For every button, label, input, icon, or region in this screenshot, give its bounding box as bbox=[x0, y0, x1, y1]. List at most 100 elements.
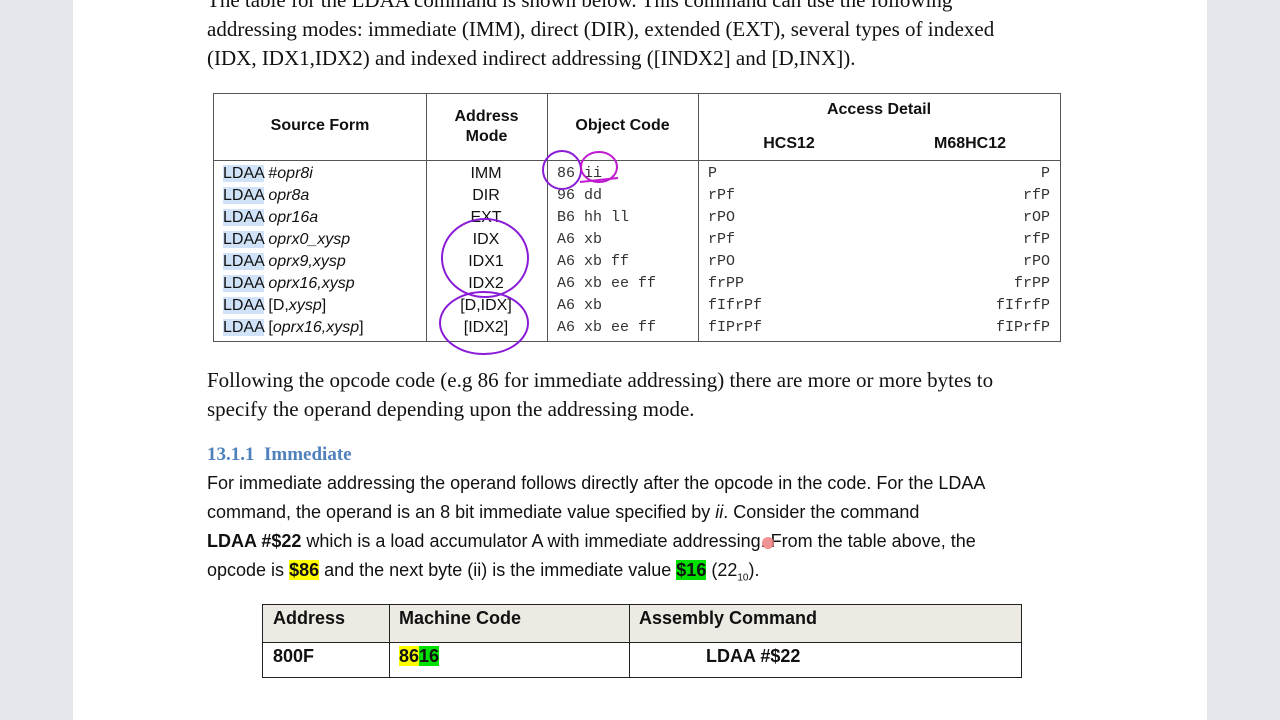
operand: oprx0_xysp bbox=[268, 231, 351, 248]
access-hcs12: rPO bbox=[708, 209, 736, 226]
col-assembly-command: Assembly Command bbox=[639, 608, 818, 628]
header-hcs12: HCS12 bbox=[763, 135, 815, 152]
following-line-1: Following the opcode code (e.g 86 for im… bbox=[207, 368, 994, 392]
source-form: LDAA #opr8i bbox=[223, 163, 313, 185]
ldaa-instruction-table: Source Form Address Mode Object Code Acc… bbox=[213, 93, 1061, 342]
source-form: LDAA oprx16,xysp bbox=[223, 273, 355, 295]
mc-opcode: 86 bbox=[399, 646, 420, 666]
mnemonic: LDAA bbox=[223, 187, 264, 204]
mnemonic: LDAA bbox=[223, 319, 264, 336]
section-title: Immediate bbox=[264, 444, 352, 465]
access-hcs12: rPf bbox=[708, 231, 736, 248]
col-machine-code: Machine Code bbox=[399, 608, 522, 628]
document-page: The table for the LDAA command is shown … bbox=[73, 0, 1207, 720]
table-row: LDAA oprx0_xysp IDX A6 xb rPf rfP bbox=[214, 229, 1060, 251]
access-m68hc12: rOP bbox=[1022, 209, 1050, 226]
laser-pointer-dot bbox=[762, 537, 774, 549]
value-highlight: $16 bbox=[676, 560, 707, 580]
source-form: LDAA opr16a bbox=[223, 207, 318, 229]
access-hcs12: fIfrPf bbox=[708, 297, 763, 314]
immediate-line-1: For immediate addressing the operand fol… bbox=[207, 473, 986, 493]
immediate-line-2b: . Consider the command bbox=[723, 502, 920, 522]
immediate-paragraph: For immediate addressing the operand fol… bbox=[207, 469, 1077, 593]
address-mode: [D,IDX] bbox=[460, 297, 512, 314]
table-row: LDAA [oprx16,xysp] [IDX2] A6 xb ee ff fIPrP… bbox=[214, 317, 1060, 339]
source-form: LDAA [oprx16,xysp] bbox=[223, 317, 364, 339]
address-mode: [IDX2] bbox=[463, 319, 509, 336]
immediate-line-4b: and the next byte (ii) is the immediate … bbox=[319, 560, 677, 580]
address-mode: DIR bbox=[472, 187, 500, 204]
access-hcs12: fIPrPf bbox=[708, 319, 763, 336]
address-mode: IMM bbox=[470, 165, 502, 182]
cell-machine-code: 8616 bbox=[399, 643, 440, 669]
operand: xysp bbox=[288, 297, 322, 314]
immediate-line-4d: ). bbox=[748, 560, 760, 580]
access-m68hc12: rfP bbox=[1022, 187, 1050, 204]
example-table: Address Machine Code Assembly Command 80… bbox=[262, 604, 1022, 678]
source-form: LDAA oprx0_xysp bbox=[223, 229, 350, 251]
access-m68hc12: rfP bbox=[1022, 231, 1050, 248]
mnemonic: LDAA bbox=[223, 165, 264, 182]
intro-line-3: (IDX, IDX1,IDX2) and indexed indirect ad… bbox=[207, 46, 856, 70]
object-code: A6 xb ee ff bbox=[557, 275, 657, 292]
object-code: B6 hh ll bbox=[557, 209, 630, 226]
table-row: LDAA [D,xysp] [D,IDX] A6 xb fIfrPf fIfrfP bbox=[214, 295, 1060, 317]
object-code: A6 xb ee ff bbox=[557, 319, 657, 336]
access-m68hc12: frPP bbox=[1013, 275, 1050, 292]
object-code: 86 ii bbox=[557, 165, 603, 182]
table-row: LDAA oprx16,xysp IDX2 A6 xb ee ff frPP frPP bbox=[214, 273, 1060, 295]
cell-assembly: LDAA #$22 bbox=[706, 646, 801, 666]
header-m68hc12: M68HC12 bbox=[933, 135, 1007, 152]
source-form: LDAA [D,xysp] bbox=[223, 295, 326, 317]
access-hcs12: rPO bbox=[708, 253, 736, 270]
access-hcs12: frPP bbox=[708, 275, 745, 292]
address-mode: IDX1 bbox=[468, 253, 504, 270]
object-code: A6 xb bbox=[557, 297, 603, 314]
mnemonic: LDAA bbox=[223, 209, 264, 226]
section-number: 13.1.1 bbox=[207, 444, 255, 465]
object-code: A6 xb bbox=[557, 231, 603, 248]
operand-suffix: ] bbox=[359, 319, 364, 336]
immediate-line-3: which is a load accumulator A with immed… bbox=[301, 531, 976, 551]
access-m68hc12: rPO bbox=[1022, 253, 1050, 270]
address-mode: IDX bbox=[472, 231, 500, 248]
intro-line-1: The table for the LDAA command is shown … bbox=[207, 0, 953, 12]
source-form: LDAA opr8a bbox=[223, 185, 309, 207]
object-code: A6 xb ff bbox=[557, 253, 630, 270]
operand-prefix: [D, bbox=[268, 297, 289, 314]
operand: opr16a bbox=[268, 209, 319, 226]
operand: oprx16,xysp bbox=[272, 319, 360, 336]
operand: oprx16,xysp bbox=[268, 275, 355, 292]
table-row: LDAA oprx9,xysp IDX1 A6 xb ff rPO rPO bbox=[214, 251, 1060, 273]
immediate-line-2a: command, the operand is an 8 bit immedia… bbox=[207, 502, 716, 522]
command-bold: LDAA #$22 bbox=[207, 531, 302, 551]
operand: opr8a bbox=[268, 187, 310, 204]
mnemonic: LDAA bbox=[223, 253, 264, 270]
header-object-code: Object Code bbox=[575, 117, 670, 134]
opcode-highlight: $86 bbox=[289, 560, 320, 580]
address-mode: IDX2 bbox=[468, 275, 504, 292]
operand: oprx9,xysp bbox=[268, 253, 346, 270]
access-hcs12: rPf bbox=[708, 187, 736, 204]
mnemonic: LDAA bbox=[223, 231, 264, 248]
immediate-line-4a: opcode is bbox=[207, 560, 290, 580]
operand-prefix: # bbox=[268, 165, 278, 182]
mnemonic: LDAA bbox=[223, 297, 264, 314]
base-subscript: 10 bbox=[737, 572, 749, 584]
object-code: 96 dd bbox=[557, 187, 603, 204]
header-source-form: Source Form bbox=[270, 117, 370, 134]
operand-suffix: ] bbox=[321, 297, 327, 314]
table-row: LDAA opr16a EXT B6 hh ll rPO rOP bbox=[214, 207, 1060, 229]
table-row: LDAA #opr8i IMM 86 ii P P bbox=[214, 163, 1060, 185]
access-m68hc12: fIPrfP bbox=[995, 319, 1050, 336]
access-m68hc12: fIfrfP bbox=[995, 297, 1050, 314]
access-hcs12: P bbox=[708, 165, 718, 182]
immediate-line-4c: (22 bbox=[706, 560, 738, 580]
header-access-detail: Access Detail bbox=[826, 101, 932, 118]
operand: opr8i bbox=[277, 165, 313, 182]
mnemonic: LDAA bbox=[223, 275, 264, 292]
following-paragraph: Following the opcode code (e.g 86 for im… bbox=[207, 366, 1067, 424]
table-row: LDAA opr8a DIR 96 dd rPf rfP bbox=[214, 185, 1060, 207]
intro-line-2: addressing modes: immediate (IMM), direc… bbox=[207, 17, 995, 41]
access-m68hc12: P bbox=[1040, 165, 1050, 182]
